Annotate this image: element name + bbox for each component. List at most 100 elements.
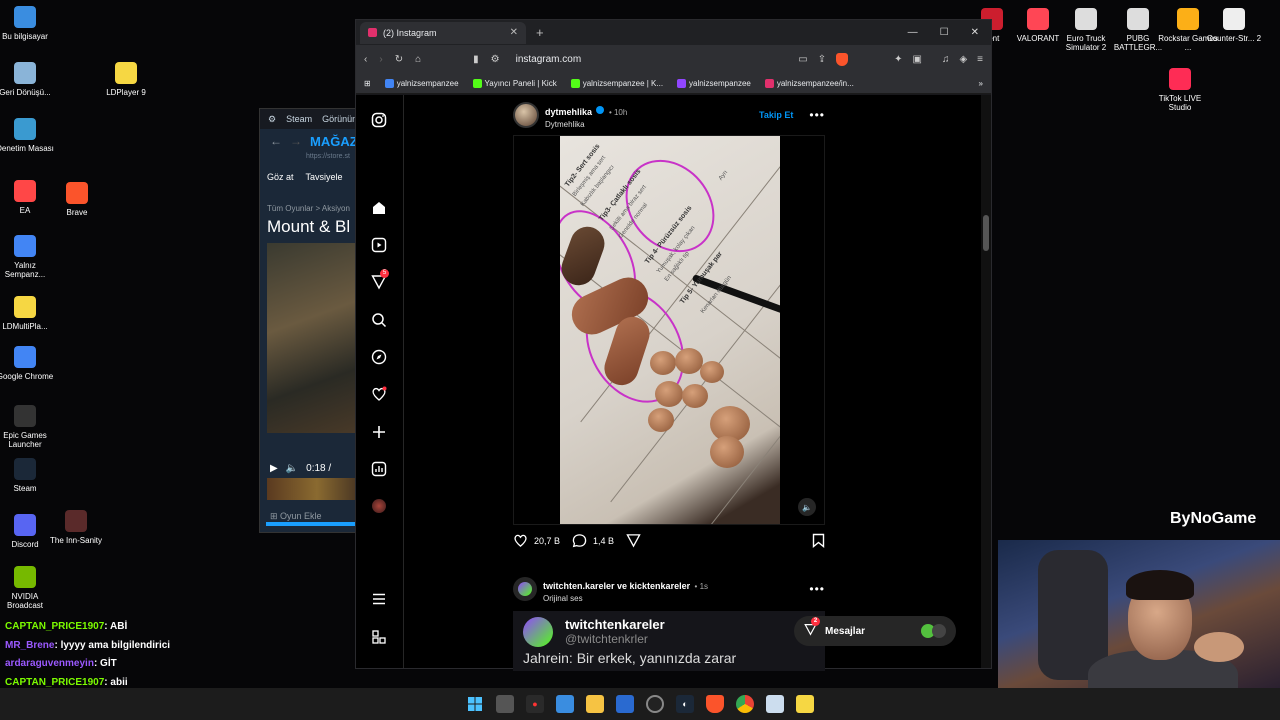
post-video[interactable]: Tip2- Sert sosis Tip3- Çatlaklı sosis Tip … bbox=[513, 135, 825, 525]
tab-instagram[interactable]: (2) Instagram ✕ bbox=[360, 21, 526, 44]
comment-count[interactable]: 1,4 B bbox=[593, 536, 614, 546]
more-menu-icon[interactable] bbox=[370, 590, 388, 608]
play-icon[interactable]: ▶ bbox=[270, 463, 278, 474]
desktop-icon[interactable]: Epic Games Launcher bbox=[0, 405, 57, 449]
notepad-icon[interactable] bbox=[766, 695, 784, 713]
start-windows-icon[interactable] bbox=[466, 695, 484, 713]
explore-icon[interactable] bbox=[370, 348, 388, 366]
dashboard-icon[interactable] bbox=[370, 460, 388, 478]
instagram-logo-icon[interactable] bbox=[370, 111, 388, 129]
desktop-icon[interactable]: LDPlayer 9 bbox=[94, 62, 158, 97]
new-tab-button[interactable]: + bbox=[536, 25, 544, 40]
share-icon[interactable]: ⇪ bbox=[818, 54, 826, 65]
notifications-heart-icon[interactable] bbox=[370, 385, 388, 403]
brave-shields-icon[interactable] bbox=[836, 52, 849, 66]
bookmark-icon[interactable]: ▮ bbox=[473, 54, 479, 65]
create-plus-icon[interactable] bbox=[370, 423, 388, 441]
ldplayer-taskbar-icon[interactable] bbox=[796, 695, 814, 713]
scrollbar-thumb[interactable] bbox=[983, 215, 989, 251]
bookmark-item[interactable]: yalnizsempanzee bbox=[384, 78, 459, 88]
desktop-icon[interactable]: Geri Dönüşü... bbox=[0, 62, 57, 97]
follow-button[interactable]: Takip Et bbox=[759, 110, 793, 120]
volume-icon[interactable]: 🔈 bbox=[286, 463, 298, 474]
messages-button[interactable]: 2 Mesajlar bbox=[794, 616, 956, 646]
task-view-icon[interactable] bbox=[496, 695, 514, 713]
direct-messages-icon[interactable]: 5 bbox=[370, 269, 389, 291]
post-subtitle[interactable]: Dytmehlika bbox=[545, 120, 627, 129]
steam-browse[interactable]: Göz at bbox=[267, 172, 294, 182]
like-count[interactable]: 20,7 B bbox=[534, 536, 560, 546]
steam-menu-view[interactable]: Görünüm bbox=[322, 114, 360, 124]
audio-muted-icon[interactable]: 🔈 bbox=[798, 498, 816, 516]
home-icon[interactable] bbox=[370, 199, 388, 217]
desktop-icon[interactable]: Yalnız Sempanz... bbox=[0, 235, 57, 279]
obs-icon[interactable] bbox=[646, 695, 664, 713]
url-field[interactable]: instagram.com bbox=[516, 54, 582, 65]
screenshot-strip[interactable] bbox=[267, 478, 367, 500]
forward-button[interactable]: › bbox=[379, 54, 382, 65]
steam-store-tab[interactable]: MAĞAZ bbox=[310, 134, 358, 149]
brave-taskbar-icon[interactable] bbox=[706, 695, 724, 713]
desktop-icon[interactable]: Steam bbox=[0, 458, 57, 493]
more-bookmarks-icon[interactable]: » bbox=[979, 79, 983, 88]
file-explorer-icon[interactable] bbox=[586, 695, 604, 713]
close-window-button[interactable]: ✕ bbox=[971, 27, 979, 38]
search-icon[interactable] bbox=[370, 311, 388, 329]
bookmark-item[interactable]: yalnizsempanzee bbox=[677, 78, 751, 88]
game-trailer-video[interactable] bbox=[267, 243, 367, 433]
video-progress[interactable] bbox=[266, 522, 366, 526]
cast-icon[interactable]: ▭ bbox=[798, 54, 807, 65]
profile-avatar[interactable] bbox=[370, 497, 388, 515]
desktop-icon[interactable]: Bu bilgisayar bbox=[0, 6, 57, 41]
desktop-icon[interactable]: Brave bbox=[45, 182, 109, 217]
bookmark-item[interactable]: yalnizsempanzee | K... bbox=[570, 78, 663, 88]
desktop-icon[interactable]: TikTok LIVE Studio bbox=[1148, 68, 1212, 112]
like-heart-icon[interactable] bbox=[513, 533, 528, 550]
steam-recommend[interactable]: Tavsiyele bbox=[306, 172, 343, 182]
media-icon[interactable]: ♫ bbox=[942, 54, 950, 65]
widget-icon[interactable]: ● bbox=[526, 695, 544, 713]
desktop-icon[interactable]: Denetim Masası bbox=[0, 118, 57, 153]
minimize-button[interactable]: — bbox=[908, 27, 918, 38]
home-button[interactable]: ⌂ bbox=[415, 54, 421, 65]
menu-icon[interactable]: ≡ bbox=[977, 54, 983, 65]
also-from-meta-icon[interactable] bbox=[370, 628, 388, 646]
desktop-icon[interactable]: NVIDIA Broadcast bbox=[0, 566, 57, 610]
apps-grid-icon[interactable]: ⊞ bbox=[364, 79, 371, 88]
extensions-icon[interactable]: ✦ bbox=[894, 54, 902, 65]
close-tab-icon[interactable]: ✕ bbox=[510, 27, 518, 38]
back-arrow-icon[interactable]: ← bbox=[270, 134, 282, 148]
add-game-button[interactable]: ⊞ Oyun Ekle bbox=[270, 511, 322, 522]
bookmark-item[interactable]: Yayıncı Paneli | Kick bbox=[472, 78, 557, 88]
chrome-taskbar-icon[interactable] bbox=[736, 695, 754, 713]
post-2-avatar[interactable] bbox=[513, 577, 537, 601]
desktop-icon[interactable]: LDMultiPla... bbox=[0, 296, 57, 331]
site-info-icon[interactable]: ⚙ bbox=[491, 54, 500, 65]
bookmark-item[interactable]: yalnizsempanzee/in... bbox=[764, 78, 854, 88]
photos-icon[interactable] bbox=[556, 695, 574, 713]
desktop-icon[interactable]: Counter-Str... 2 bbox=[1202, 8, 1266, 43]
desktop-icon[interactable]: Google Chrome bbox=[0, 346, 57, 381]
comment-icon[interactable] bbox=[572, 533, 587, 550]
post-2-options-icon[interactable]: ••• bbox=[809, 582, 825, 596]
save-bookmark-icon[interactable] bbox=[812, 533, 825, 550]
steam-taskbar-icon[interactable]: ◐ bbox=[676, 695, 694, 713]
post-username[interactable]: dytmehlika bbox=[545, 107, 592, 117]
desktop-icon[interactable]: The Inn-Sanity bbox=[44, 510, 108, 545]
post-2-media[interactable]: twitchtenkareler @twitchtenkrler Jahrein… bbox=[513, 611, 825, 671]
vpn-icon[interactable]: ◈ bbox=[959, 54, 967, 65]
post-options-icon[interactable]: ••• bbox=[809, 108, 825, 122]
maximize-button[interactable]: ☐ bbox=[940, 27, 949, 38]
media-player-icon[interactable] bbox=[616, 695, 634, 713]
post-2-users[interactable]: twitchten.kareler ve kicktenkareler bbox=[543, 581, 690, 591]
page-scrollbar[interactable] bbox=[981, 95, 991, 668]
post-2-audio[interactable]: Orijinal ses bbox=[543, 594, 708, 603]
share-direct-icon[interactable] bbox=[626, 533, 641, 550]
reload-button[interactable]: ↻ bbox=[395, 54, 403, 65]
post-avatar[interactable] bbox=[513, 102, 539, 128]
wallet-icon[interactable]: ▣ bbox=[913, 54, 922, 65]
back-button[interactable]: ‹ bbox=[364, 54, 367, 65]
steam-window[interactable]: ⚙ Steam Görünüm ← → MAĞAZ https://store.… bbox=[259, 108, 369, 533]
forward-arrow-icon[interactable]: → bbox=[290, 134, 302, 148]
reels-icon[interactable] bbox=[370, 236, 388, 254]
